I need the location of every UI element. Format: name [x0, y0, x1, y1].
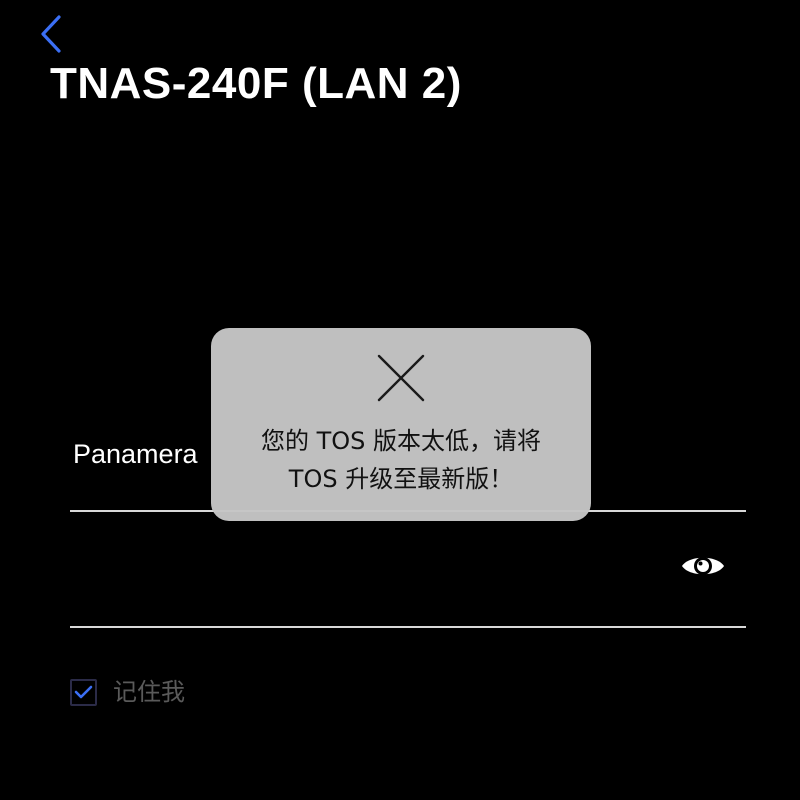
- toast-message-line-1: 您的 TOS 版本太低，请将: [260, 427, 542, 455]
- password-field[interactable]: [70, 536, 746, 628]
- remember-me-label: 记住我: [113, 678, 185, 706]
- remember-me-row[interactable]: 记住我: [70, 674, 185, 710]
- error-toast: 您的 TOS 版本太低，请将 TOS 升级至最新版！: [211, 328, 591, 521]
- username-value: Panamera: [73, 439, 198, 469]
- toast-message-line-2: TOS 升级至最新版！: [288, 465, 514, 493]
- eye-icon: [682, 557, 724, 575]
- page-title: TNAS-240F (LAN 2): [50, 59, 462, 108]
- toast-message: 您的 TOS 版本太低，请将 TOS 升级至最新版！: [211, 422, 591, 498]
- show-password-button[interactable]: [680, 550, 726, 582]
- close-icon: [377, 354, 425, 402]
- remember-me-checkbox[interactable]: [70, 678, 97, 706]
- checkmark-icon: [74, 685, 93, 698]
- chevron-left-icon: [41, 15, 61, 53]
- back-button[interactable]: [38, 10, 78, 58]
